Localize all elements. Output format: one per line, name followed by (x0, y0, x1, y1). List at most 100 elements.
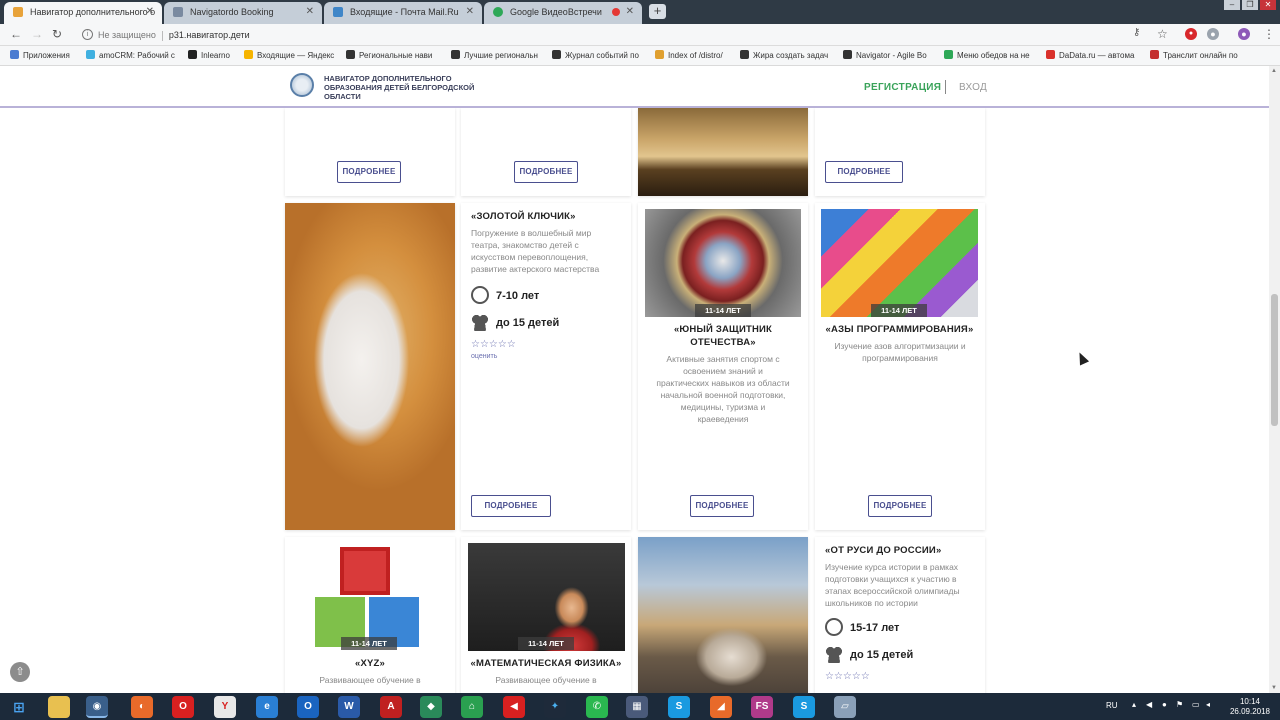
forward-icon[interactable]: → (31, 27, 43, 41)
word-icon[interactable]: W (338, 696, 360, 718)
card-title[interactable]: «ЗОЛОТОЙ КЛЮЧИК» (471, 210, 621, 223)
tab-booking[interactable]: Navigatordo Booking ✕ (164, 2, 322, 24)
chrome-icon[interactable]: ◉ (86, 696, 108, 718)
file-explorer-icon[interactable] (48, 696, 70, 718)
scroll-to-top-button[interactable]: ⇧ (10, 662, 30, 682)
start-windows-icon[interactable]: ⊞ (8, 696, 30, 718)
page-scrollbar[interactable]: ▲ ▼ (1269, 66, 1280, 693)
close-tab-icon[interactable]: ✕ (146, 2, 154, 22)
age-badge: 11-14 ЛЕТ (871, 304, 927, 317)
bookmark-agile[interactable]: Navigator - Agile Bo (843, 50, 927, 60)
bookmark-apps[interactable]: Приложения (10, 50, 70, 60)
skype-icon[interactable]: S (668, 696, 690, 718)
tab-mail[interactable]: Входящие - Почта Mail.Ru ✕ (324, 2, 482, 24)
theatre-mask-image (285, 203, 455, 530)
medal-image (645, 209, 801, 317)
scroll-down-icon[interactable]: ▼ (1271, 685, 1277, 691)
more-button[interactable]: ПОДРОБНЕЕ (868, 495, 932, 517)
acrobat-icon[interactable]: A (380, 696, 402, 718)
register-link[interactable]: РЕГИСТРАЦИЯ (864, 82, 941, 93)
info-icon[interactable]: i (82, 29, 93, 40)
app-icon[interactable]: FS (751, 696, 773, 718)
whatsapp-icon[interactable]: ✆ (586, 696, 608, 718)
card-title[interactable]: «ЮНЫЙ ЗАЩИТНИК ОТЕЧЕСТВА» (648, 323, 798, 349)
rating-stars[interactable]: ☆☆☆☆☆ (471, 339, 516, 350)
block-x (340, 547, 390, 595)
bookmark-index-distro[interactable]: Index of /distro/ (655, 50, 723, 60)
url-text[interactable]: p31.навигатор.дети (169, 30, 250, 40)
card-theatre-image[interactable] (285, 203, 455, 530)
history-collage-image (638, 537, 808, 693)
menu-icon[interactable]: ⋮ (1263, 27, 1275, 41)
card-title[interactable]: «ОТ РУСИ ДО РОССИИ» (825, 544, 980, 557)
browser-tabstrip: Навигатор дополнительного о ✕ Navigatord… (0, 0, 1280, 24)
anydesk-icon[interactable]: ◀ (503, 696, 525, 718)
app-icon[interactable]: ◆ (420, 696, 442, 718)
opera-icon[interactable]: O (172, 696, 194, 718)
bookmark-yandex-mail[interactable]: Входящие — Яндекс (244, 50, 334, 60)
rating-stars[interactable]: ☆☆☆☆☆ (825, 671, 870, 682)
app-icon[interactable]: ⌂ (461, 696, 483, 718)
more-button[interactable]: ПОДРОБНЕЕ (471, 495, 551, 517)
bookmark-jira[interactable]: Жира создать задач (740, 50, 828, 60)
emblem-logo-icon[interactable] (290, 73, 314, 97)
yandex-browser-icon[interactable]: Y (214, 696, 236, 718)
skype-icon[interactable]: S (793, 696, 815, 718)
bookmark-regional[interactable]: Региональные нави (346, 50, 432, 60)
close-tab-icon[interactable]: ✕ (466, 2, 474, 22)
card-title[interactable]: «МАТЕМАТИЧЕСКАЯ ФИЗИКА» (461, 657, 631, 670)
tray-arrow-icon[interactable]: ▴ (1132, 700, 1136, 709)
firefox-icon[interactable]: ◐ (131, 696, 153, 718)
bookmark-best-regional[interactable]: Лучшие региональн (451, 50, 538, 60)
back-icon[interactable]: ← (10, 27, 22, 41)
outlook-icon[interactable]: O (297, 696, 319, 718)
tray-app-icon[interactable]: ⚑ (1176, 700, 1183, 709)
app-icon[interactable]: ▱ (834, 696, 856, 718)
app-icon[interactable]: ▦ (626, 696, 648, 718)
bookmark-amocrm[interactable]: amoCRM: Рабочий с (86, 50, 175, 60)
maximize-icon[interactable]: ❐ (1242, 0, 1258, 10)
bookmark-inlearno[interactable]: Inlearno (188, 50, 230, 60)
more-button[interactable]: ПОДРОБНЕЕ (337, 161, 401, 183)
rate-link[interactable]: оценить (471, 353, 497, 360)
system-clock[interactable]: 10:14 26.09.2018 (1230, 697, 1270, 717)
bookmark-dadata[interactable]: DaData.ru — автома (1046, 50, 1134, 60)
extension-icon[interactable]: ● (1207, 28, 1219, 40)
scrollbar-thumb[interactable] (1271, 294, 1278, 426)
profile-avatar-icon[interactable]: ● (1238, 28, 1250, 40)
key-icon[interactable]: ⚷ (1133, 27, 1140, 38)
reload-icon[interactable]: ↻ (52, 27, 62, 41)
minimize-icon[interactable]: – (1224, 0, 1240, 10)
network-icon[interactable]: ▭ (1192, 700, 1200, 709)
bookmark-event-log[interactable]: Журнал событий по (552, 50, 639, 60)
close-tab-icon[interactable]: ✕ (626, 2, 634, 22)
app-icon[interactable]: ✦ (544, 696, 566, 718)
adblock-icon[interactable]: ● (1185, 28, 1197, 40)
volume-icon[interactable]: ◂ (1206, 700, 1210, 709)
tray-app-icon[interactable]: ● (1162, 700, 1167, 709)
tab-title: Навигатор дополнительного о (30, 7, 156, 17)
card-title[interactable]: «XYZ» (285, 657, 455, 670)
tab-google-meet[interactable]: Google ВидеоВстречи ✕ (484, 2, 642, 24)
site-logo-text[interactable]: НАВИГАТОР ДОПОЛНИТЕЛЬНОГО ОБРАЗОВАНИЯ ДЕ… (324, 74, 484, 101)
login-link[interactable]: ВХОД (959, 82, 987, 93)
window-controls: – ❐ ✕ (1224, 0, 1276, 12)
app-icon[interactable]: ◢ (710, 696, 732, 718)
card-history-image[interactable] (638, 537, 808, 693)
bookmark-star-icon[interactable]: ☆ (1157, 27, 1168, 41)
tab-navigator[interactable]: Навигатор дополнительного о ✕ (4, 2, 162, 24)
close-tab-icon[interactable]: ✕ (306, 2, 314, 22)
more-button[interactable]: ПОДРОБНЕЕ (825, 161, 903, 183)
tray-app-icon[interactable]: ◀ (1146, 700, 1152, 709)
more-button[interactable]: ПОДРОБНЕЕ (514, 161, 578, 183)
edge-icon[interactable]: e (256, 696, 278, 718)
language-indicator[interactable]: RU (1106, 701, 1118, 710)
new-tab-button[interactable]: + (649, 4, 666, 19)
card-title[interactable]: «АЗЫ ПРОГРАММИРОВАНИЯ» (821, 323, 978, 336)
more-button[interactable]: ПОДРОБНЕЕ (690, 495, 754, 517)
omnibox[interactable]: i Не защищено p31.навигатор.дети (74, 26, 1124, 44)
bookmark-translit[interactable]: Транслит онлайн по (1150, 50, 1238, 60)
bookmark-lunch-menu[interactable]: Меню обедов на не (944, 50, 1030, 60)
close-window-icon[interactable]: ✕ (1260, 0, 1276, 10)
scroll-up-icon[interactable]: ▲ (1271, 68, 1277, 74)
